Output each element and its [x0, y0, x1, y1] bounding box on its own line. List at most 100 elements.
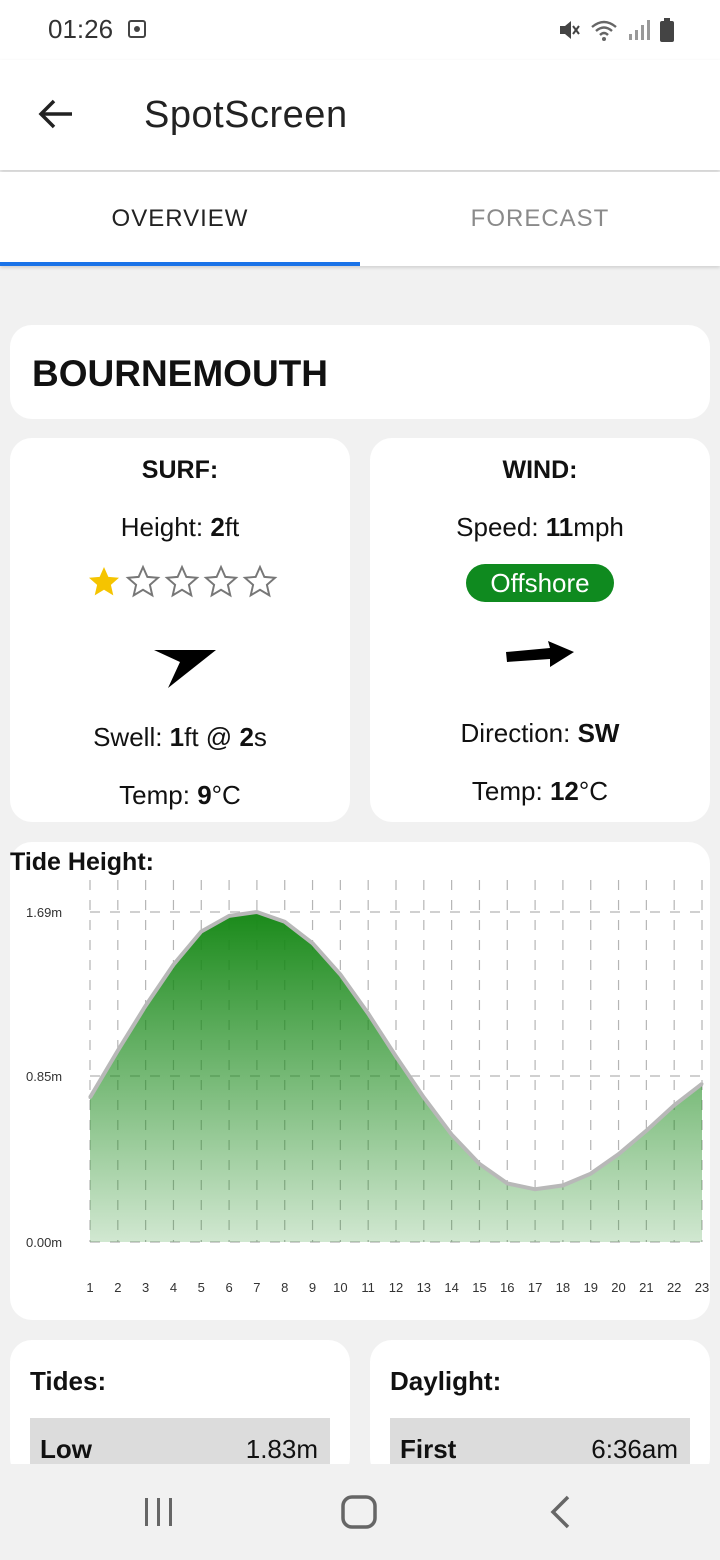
signal-icon — [629, 20, 650, 40]
tide-point — [505, 1181, 509, 1185]
tide-point — [116, 1049, 120, 1053]
tide-point — [644, 1129, 648, 1133]
x-tick-label: 9 — [309, 1280, 316, 1295]
x-tick-label: 8 — [281, 1280, 288, 1295]
wifi-icon — [591, 20, 617, 41]
wind-card: WIND: Speed: 11mph Offshore Direction: S… — [370, 438, 710, 822]
x-tick-label: 1 — [86, 1280, 93, 1295]
tide-point — [171, 963, 175, 967]
surf-card: SURF: Height: 2ft Swell: 1ft @ 2s Temp: … — [10, 438, 350, 822]
star-empty-icon — [242, 564, 278, 598]
tide-point — [700, 1082, 704, 1086]
tides-title: Tides: — [30, 1366, 107, 1396]
back-arrow-icon[interactable] — [36, 94, 76, 134]
y-tick-label: 1.69m — [26, 905, 62, 920]
back-nav-icon[interactable] — [548, 1494, 574, 1530]
tab-overview[interactable]: OVERVIEW — [0, 172, 360, 266]
tide-row-value: 1.83m — [245, 1434, 318, 1464]
system-nav-bar — [0, 1464, 720, 1560]
x-tick-label: 10 — [333, 1280, 347, 1295]
status-bar: 01:26 — [0, 0, 720, 60]
surf-height-label: Height: — [120, 512, 211, 542]
wind-temp-value: 12 — [549, 776, 579, 806]
swell-direction-arrow-icon — [154, 650, 216, 688]
x-tick-label: 12 — [389, 1280, 403, 1295]
notification-icon — [128, 20, 146, 38]
tide-point — [672, 1103, 676, 1107]
spot-name: BOURNEMOUTH — [32, 353, 328, 394]
x-tick-label: 17 — [528, 1280, 542, 1295]
daylight-card: Daylight: First 6:36am — [370, 1340, 710, 1480]
x-tick-label: 7 — [253, 1280, 260, 1295]
tide-card: Tide Height: 0.00m 0.85m 1.69m 1 2 3 4 5 6 7 8 9 10 1… — [10, 842, 710, 1320]
swell-label: Swell: — [93, 722, 170, 752]
tide-point — [394, 1054, 398, 1058]
wind-temp: Temp: 12°C — [370, 776, 710, 807]
wind-direction-arrow-icon — [506, 641, 574, 667]
tab-indicator — [0, 262, 360, 266]
x-tick-label: 3 — [142, 1280, 149, 1295]
x-tick-label: 18 — [556, 1280, 570, 1295]
tide-point — [338, 972, 342, 976]
x-tick-label: 15 — [472, 1280, 486, 1295]
swell-period: 2 — [239, 722, 254, 752]
status-icons — [558, 16, 674, 44]
mute-icon — [560, 21, 580, 39]
tide-point — [450, 1133, 454, 1137]
surf-height-value: 2 — [210, 512, 225, 542]
surf-height-unit: ft — [224, 512, 240, 542]
spot-card: BOURNEMOUTH — [10, 325, 710, 419]
x-tick-label: 6 — [225, 1280, 232, 1295]
tide-point — [366, 1012, 370, 1016]
swell-mid: ft @ — [184, 722, 240, 752]
swell-unit: s — [253, 722, 267, 752]
tide-point — [311, 941, 315, 945]
star-filled-icon — [89, 567, 119, 596]
home-icon[interactable] — [340, 1494, 378, 1530]
x-tick-label: 16 — [500, 1280, 514, 1295]
tide-point — [283, 920, 287, 924]
tide-point — [88, 1096, 92, 1100]
wind-direction-value: SW — [577, 718, 620, 748]
tide-point — [533, 1187, 537, 1191]
battery-icon — [660, 18, 674, 42]
x-tick-label: 21 — [639, 1280, 653, 1295]
app-bar: SpotScreen — [0, 60, 720, 170]
daylight-title: Daylight: — [390, 1366, 502, 1396]
star-empty-icon — [125, 564, 161, 598]
x-tick-label: 22 — [667, 1280, 681, 1295]
x-tick-label: 4 — [170, 1280, 177, 1295]
y-tick-label: 0.00m — [26, 1235, 62, 1250]
recent-apps-icon[interactable] — [142, 1496, 176, 1528]
x-tick-label: 14 — [444, 1280, 458, 1295]
y-tick-label: 0.85m — [26, 1069, 62, 1084]
wind-speed-unit: mph — [573, 512, 624, 542]
surf-height: Height: 2ft — [10, 512, 350, 543]
tide-point — [199, 930, 203, 934]
x-tick-label: 2 — [114, 1280, 121, 1295]
x-tick-label: 19 — [583, 1280, 597, 1295]
wind-speed: Speed: 11mph — [370, 512, 710, 543]
wind-speed-label: Speed: — [456, 512, 546, 542]
surf-temp-unit: °C — [211, 780, 241, 810]
star-empty-icon — [164, 564, 200, 598]
star-empty-icon — [203, 564, 239, 598]
surf-temp-value: 9 — [197, 780, 212, 810]
tide-point — [477, 1162, 481, 1166]
surf-swell: Swell: 1ft @ 2s — [10, 722, 350, 753]
tab-bar: OVERVIEW FORECAST — [0, 172, 720, 266]
x-tick-label: 23 — [695, 1280, 709, 1295]
tide-point — [227, 914, 231, 918]
tide-row-label: Low — [40, 1434, 92, 1464]
wind-direction-label: Direction: — [460, 718, 578, 748]
status-time: 01:26 — [48, 14, 114, 44]
surf-temp: Temp: 9°C — [10, 780, 350, 811]
tide-point — [144, 1004, 148, 1008]
wind-speed-value: 11 — [545, 512, 574, 542]
tab-forecast[interactable]: FORECAST — [360, 172, 720, 266]
x-tick-label: 20 — [611, 1280, 625, 1295]
tide-point — [617, 1152, 621, 1156]
tides-card: Tides: Low 1.83m — [10, 1340, 350, 1480]
page-title: SpotScreen — [144, 94, 348, 136]
surf-heading: SURF: — [141, 456, 219, 484]
